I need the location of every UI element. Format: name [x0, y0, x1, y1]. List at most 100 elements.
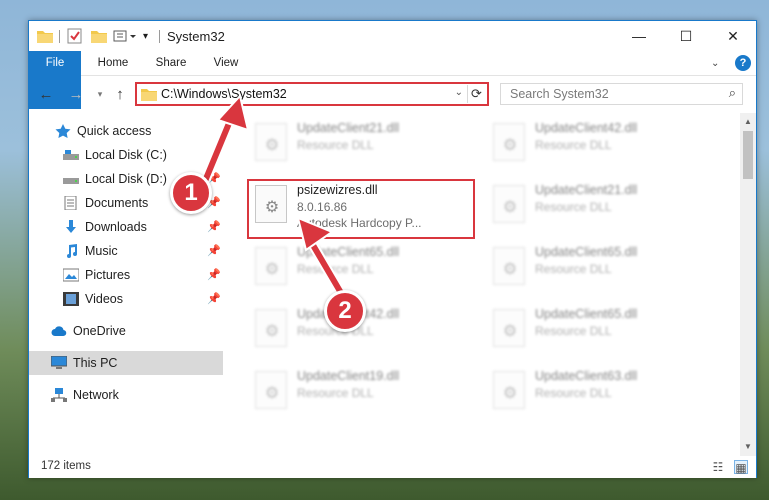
folder-icon — [141, 87, 157, 104]
dll-file-icon: ⚙ — [493, 309, 525, 347]
sidebar-item-pictures[interactable]: Pictures 📌 — [29, 263, 223, 287]
window-title: System32 — [167, 29, 225, 44]
star-icon — [55, 124, 71, 138]
help-icon[interactable]: ? — [735, 55, 751, 71]
search-icon[interactable]: ⌕ — [729, 85, 736, 101]
divider — [159, 30, 160, 43]
pin-icon[interactable]: 📌 — [207, 244, 221, 257]
drive-icon — [63, 172, 79, 186]
refresh-icon[interactable]: ⟳ — [467, 85, 485, 103]
gear-icon: ⚙ — [502, 385, 518, 402]
sidebar-item-this-pc[interactable]: This PC — [29, 351, 223, 375]
gear-icon: ⚙ — [264, 385, 280, 402]
search-box[interactable]: Search System32 ⌕ — [500, 83, 743, 105]
file-explorer-window: ▾ System32 — ☐ ✕ File Home Share View ⌄ … — [28, 20, 757, 478]
cloud-icon — [51, 324, 67, 338]
chevron-down-icon[interactable]: ⌄ — [455, 87, 463, 98]
file-type: Resource DLL — [297, 386, 374, 400]
vertical-scrollbar[interactable]: ▲ ▼ — [740, 113, 756, 456]
up-arrow-icon[interactable]: ↑ — [111, 85, 129, 103]
close-button[interactable]: ✕ — [710, 21, 756, 51]
network-icon — [51, 388, 67, 402]
step-badge-2: 2 — [324, 290, 366, 332]
divider — [59, 30, 60, 43]
gear-icon: ⚙ — [502, 137, 518, 154]
ribbon-expand-icon[interactable]: ⌄ — [711, 58, 719, 69]
list-item[interactable]: ⚙ UpdateClient21.dll Resource DLL — [483, 179, 713, 237]
drive-icon — [63, 148, 79, 162]
tiles-view-icon[interactable]: ▦ — [734, 460, 748, 475]
sidebar-item-music[interactable]: Music 📌 — [29, 239, 223, 263]
music-icon — [63, 244, 79, 258]
navigation-bar: ← → ▾ ↑ C:\Windows\System32 ⌄ ⟳ Search S… — [29, 77, 756, 111]
file-type: Resource DLL — [535, 262, 612, 276]
sidebar-item-label: Quick access — [77, 124, 152, 138]
title-bar: ▾ System32 — ☐ ✕ — [29, 21, 756, 51]
list-item[interactable]: ⚙ UpdateClient63.dll Resource DLL — [483, 365, 713, 423]
sidebar-item-label: Music — [85, 244, 118, 258]
maximize-button[interactable]: ☐ — [663, 21, 709, 51]
sidebar-item-label: Documents — [85, 196, 149, 210]
pc-icon — [50, 355, 68, 370]
file-type: Resource DLL — [535, 324, 612, 338]
properties-icon[interactable] — [67, 28, 82, 44]
gear-icon: ⚙ — [264, 137, 280, 154]
file-type: Resource DLL — [535, 138, 612, 152]
pin-icon[interactable]: 📌 — [207, 268, 221, 281]
chevron-down-icon[interactable]: ▾ — [143, 28, 148, 44]
file-name: UpdateClient19.dll — [297, 369, 400, 383]
file-name: UpdateClient63.dll — [535, 369, 638, 383]
sidebar-item-label: Local Disk (D:) — [85, 172, 167, 186]
scroll-down-icon[interactable]: ▼ — [740, 440, 756, 454]
gear-icon: ⚙ — [502, 261, 518, 278]
file-type: Resource DLL — [535, 386, 612, 400]
sidebar-item-network[interactable]: Network — [29, 383, 223, 407]
tab-home[interactable]: Home — [89, 51, 137, 76]
sidebar-item-label: Local Disk (C:) — [85, 148, 167, 162]
list-item[interactable]: ⚙ UpdateClient65.dll Resource DLL — [483, 303, 713, 361]
back-arrow-icon[interactable]: ← — [37, 85, 55, 103]
sidebar-item-videos[interactable]: Videos 📌 — [29, 287, 223, 311]
new-folder-icon[interactable] — [91, 28, 107, 44]
pictures-icon — [62, 268, 80, 282]
sidebar-item-label: Network — [73, 388, 119, 402]
search-placeholder: Search System32 — [510, 87, 609, 101]
documents-icon — [63, 195, 79, 211]
tab-view[interactable]: View — [205, 51, 247, 76]
minimize-button[interactable]: — — [616, 21, 662, 51]
gear-icon: ⚙ — [264, 261, 280, 278]
sidebar-item-label: OneDrive — [73, 324, 126, 338]
sidebar-item-label: Pictures — [85, 268, 131, 282]
pin-icon[interactable]: 📌 — [207, 292, 221, 305]
scroll-up-icon[interactable]: ▲ — [740, 115, 756, 129]
sidebar-item-onedrive[interactable]: OneDrive — [29, 319, 223, 343]
tab-share[interactable]: Share — [149, 51, 193, 76]
file-name: UpdateClient65.dll — [535, 245, 638, 259]
dll-file-icon: ⚙ — [255, 371, 287, 409]
item-count: 172 items — [41, 460, 91, 472]
scroll-thumb[interactable] — [743, 131, 753, 179]
sidebar-item-label: Videos — [85, 292, 123, 306]
dll-file-icon: ⚙ — [493, 185, 525, 223]
sidebar-item-label: This PC — [73, 356, 118, 370]
details-view-icon[interactable]: ☷ — [711, 460, 725, 474]
list-item[interactable]: ⚙ UpdateClient65.dll Resource DLL — [483, 241, 713, 299]
list-item[interactable]: ⚙ UpdateClient42.dll Resource DLL — [483, 117, 713, 175]
customize-toolbar-icon[interactable] — [113, 28, 139, 44]
dll-file-icon: ⚙ — [493, 371, 525, 409]
sidebar-item-label: Downloads — [85, 220, 147, 234]
forward-arrow-icon[interactable]: → — [67, 85, 85, 103]
file-name: UpdateClient21.dll — [297, 121, 400, 135]
dll-file-icon: ⚙ — [493, 247, 525, 285]
pin-icon[interactable]: 📌 — [207, 220, 221, 233]
list-item[interactable]: ⚙ UpdateClient21.dll Resource DLL — [245, 117, 475, 175]
videos-icon — [63, 292, 79, 306]
file-name: UpdateClient21.dll — [535, 183, 638, 197]
folder-icon — [37, 28, 53, 44]
list-item[interactable]: ⚙ UpdateClient19.dll Resource DLL — [245, 365, 475, 423]
gear-icon: ⚙ — [264, 323, 280, 340]
file-name: UpdateClient42.dll — [535, 121, 638, 135]
recent-locations-chevron-icon[interactable]: ▾ — [91, 85, 109, 103]
gear-icon: ⚙ — [502, 199, 518, 216]
download-icon — [63, 220, 79, 234]
